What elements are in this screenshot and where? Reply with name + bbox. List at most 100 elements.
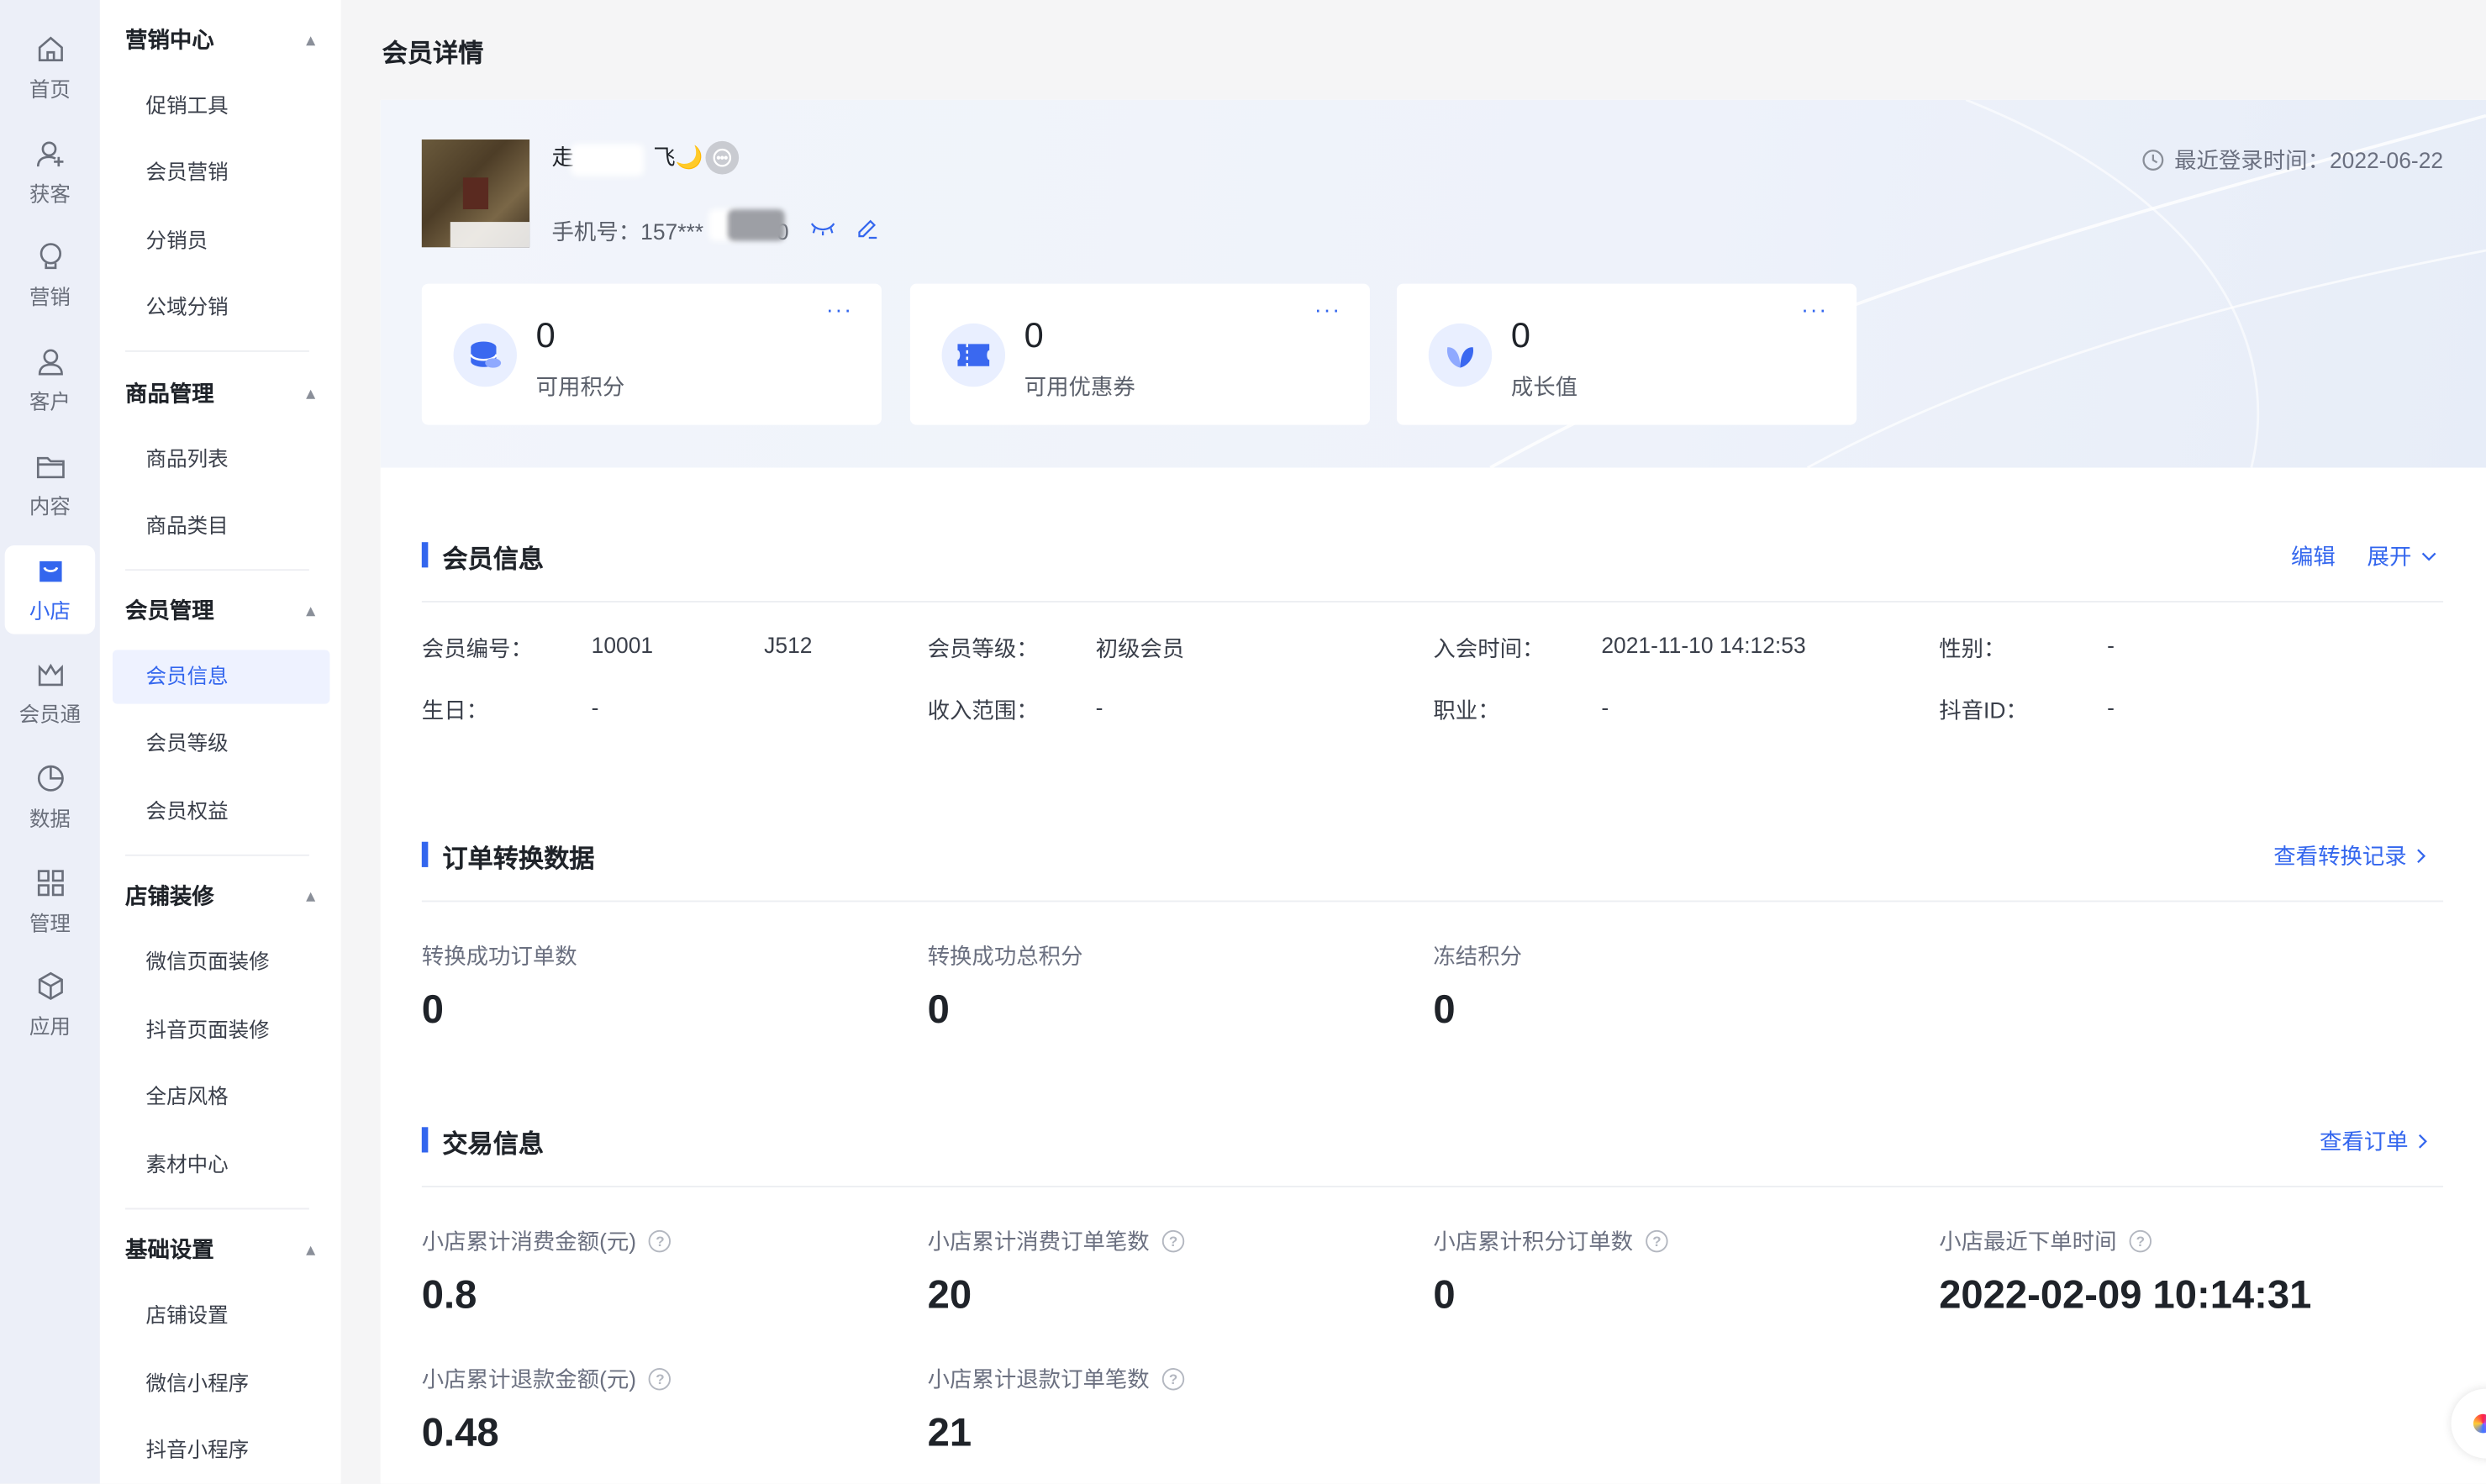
menu-item-store-style[interactable]: 全店风格 [113, 1070, 329, 1124]
metric-label-text: 小店累计消费金额(元) [421, 1229, 637, 1255]
metric-label: 转换成功订单数 [421, 943, 577, 969]
section-divider [421, 900, 2444, 903]
menu-item-store-settings[interactable]: 店铺设置 [113, 1289, 329, 1343]
menu-item-member-marketing[interactable]: 会员营销 [113, 146, 329, 200]
rail-item-manage[interactable]: 管理 [5, 858, 96, 947]
rail-item-membership[interactable]: 会员通 [5, 649, 96, 738]
assistant-icon [2473, 1413, 2486, 1434]
menu-group-goods[interactable]: 商品管理 ▼ [125, 374, 319, 412]
rail-label: 营销 [29, 285, 71, 309]
chat-icon[interactable] [705, 140, 740, 175]
folder-icon [36, 456, 64, 479]
eye-closed-icon[interactable] [810, 220, 835, 236]
question-icon[interactable]: ? [2129, 1229, 2152, 1253]
last-login-text: 最近登录时间：2022-06-22 [2174, 147, 2444, 173]
chevron-up-icon: ▼ [303, 601, 319, 619]
metric-value: 0 [1433, 1272, 1456, 1318]
name-redaction [571, 144, 644, 176]
view-orders-link[interactable]: 查看订单 [2320, 1125, 2427, 1157]
chevron-down-icon [2421, 552, 2436, 561]
metric-label: 冻结积分 [1433, 943, 1523, 969]
field-label-gender: 性别： [1939, 635, 2006, 661]
user-add-icon [36, 141, 63, 167]
stat-value: 0 [535, 315, 556, 355]
shop-icon [39, 560, 61, 582]
metric-label: 小店累计消费订单笔数? [928, 1225, 1185, 1257]
phone-value: 157*** [640, 218, 704, 245]
menu-item-member-info[interactable]: 会员信息 [112, 650, 330, 704]
menu-item-wechat-decoration[interactable]: 微信页面装修 [113, 935, 329, 989]
last-login: 最近登录时间：2022-06-22 [2142, 145, 2443, 176]
question-icon[interactable]: ? [1646, 1229, 1668, 1253]
edit-button[interactable]: 编辑 [2291, 540, 2336, 572]
page-title: 会员详情 [382, 41, 484, 69]
question-icon[interactable]: ? [649, 1368, 672, 1391]
rail-item-customer[interactable]: 客户 [5, 336, 96, 425]
pie-chart-icon [36, 765, 63, 792]
menu-item-wechat-miniapp[interactable]: 微信小程序 [113, 1357, 329, 1411]
stat-label: 成长值 [1510, 374, 1578, 400]
section-title-order-conversion: 订单转换数据 [421, 837, 594, 875]
menu-group-settings[interactable]: 基础设置 ▼ [125, 1230, 319, 1268]
rail-item-home[interactable]: 首页 [5, 24, 96, 113]
icon-rail: 首页 获客 营销 客户 内容 小店 会员通 数据 管理 应用 [0, 0, 100, 1484]
rail-item-content[interactable]: 内容 [5, 440, 96, 529]
more-button[interactable]: ··· [1314, 297, 1341, 322]
field-label-birthday: 生日： [421, 697, 489, 724]
menu-item-goods-category[interactable]: 商品类目 [113, 499, 329, 553]
menu-group-member[interactable]: 会员管理 ▼ [125, 592, 319, 629]
rail-item-shop[interactable]: 小店 [4, 545, 96, 634]
chevron-up-icon: ▼ [303, 887, 319, 905]
view-conversion-records-link[interactable]: 查看转换记录 [2273, 840, 2426, 872]
question-icon[interactable]: ? [649, 1229, 672, 1253]
menu-divider [125, 854, 309, 856]
menu-group-decoration[interactable]: 店铺装修 ▼ [125, 876, 319, 914]
question-icon[interactable]: ? [1161, 1368, 1185, 1391]
member-header: 走飞🌙 手机号：157***0 最近登录时间：2022-06-22 0 可用积分 [380, 99, 2486, 468]
field-label-douyin-id: 抖音ID： [1939, 697, 2028, 724]
cube-icon [37, 971, 62, 1001]
metric-value: 0 [927, 987, 950, 1033]
menu-item-member-rights[interactable]: 会员权益 [113, 785, 329, 839]
menu-item-public-distribution[interactable]: 公域分销 [113, 281, 329, 334]
clock-icon [2143, 150, 2165, 171]
metric-label: 小店累计消费金额(元)? [422, 1225, 672, 1257]
question-icon[interactable]: ? [1161, 1229, 1185, 1253]
metric-value: 0 [421, 987, 445, 1033]
menu-item-member-level[interactable]: 会员等级 [113, 717, 329, 771]
menu-item-material-center[interactable]: 素材中心 [113, 1139, 329, 1192]
rail-item-acquire[interactable]: 获客 [5, 129, 96, 218]
rail-item-marketing[interactable]: 营销 [5, 231, 96, 320]
rail-label: 首页 [29, 77, 71, 102]
home-icon [37, 36, 62, 62]
rail-label: 内容 [29, 494, 71, 518]
metric-value: 21 [927, 1410, 972, 1455]
expand-label: 展开 [2367, 544, 2412, 570]
field-value-join-time: 2021-11-10 14:12:53 [1601, 632, 1806, 658]
stat-label: 可用积分 [535, 374, 625, 400]
rail-item-data[interactable]: 数据 [5, 753, 96, 842]
grid-icon [36, 870, 63, 897]
field-value-birthday: - [591, 694, 599, 720]
menu-item-distributor[interactable]: 分销员 [113, 214, 329, 268]
rail-label: 会员通 [18, 702, 82, 727]
rail-item-apps[interactable]: 应用 [5, 960, 96, 1050]
menu-divider [125, 1208, 309, 1210]
chevron-right-icon [2417, 849, 2426, 864]
expand-button[interactable]: 展开 [2367, 540, 2437, 572]
more-button[interactable]: ··· [826, 297, 853, 322]
more-button[interactable]: ··· [1801, 297, 1828, 322]
edit-icon[interactable] [856, 217, 878, 239]
ticket-icon [941, 323, 1006, 387]
menu-item-douyin-decoration[interactable]: 抖音页面装修 [113, 1003, 329, 1057]
menu-item-goods-list[interactable]: 商品列表 [113, 433, 329, 487]
metric-label: 小店累计退款金额(元)? [422, 1363, 672, 1395]
menu-group-marketing-center[interactable]: 营销中心 ▼ [125, 21, 319, 59]
metric-value: 2022-02-09 10:14:31 [1939, 1272, 2312, 1318]
menu-item-douyin-miniapp[interactable]: 抖音小程序 [113, 1423, 329, 1477]
side-menu: 营销中心 ▼ 促销工具 会员营销 分销员 公域分销 商品管理 ▼ 商品列表 商品类目… [99, 0, 341, 1484]
user-icon [37, 349, 62, 376]
menu-item-promo-tools[interactable]: 促销工具 [113, 79, 329, 133]
stat-value: 0 [1510, 315, 1530, 355]
section-title-member-info: 会员信息 [421, 538, 544, 576]
